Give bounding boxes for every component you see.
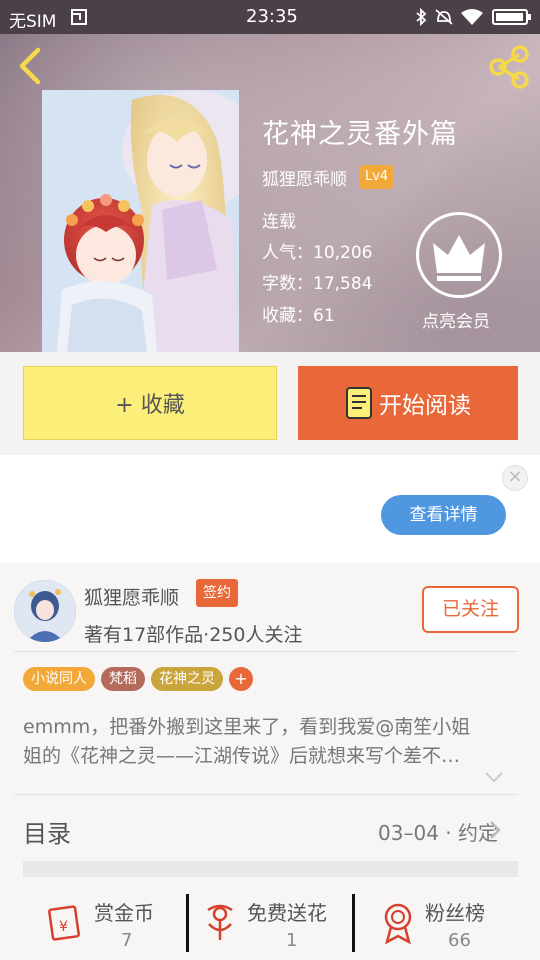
follow-button[interactable]: 已关注 bbox=[422, 586, 519, 633]
chevron-down-icon[interactable] bbox=[484, 771, 504, 783]
svg-text:¥: ¥ bbox=[59, 919, 68, 935]
author-name[interactable]: 狐狸愿乖顺 bbox=[84, 583, 179, 610]
chevron-right-icon bbox=[490, 821, 501, 839]
medal-icon bbox=[384, 903, 412, 944]
synopsis-line: emmm，把番外搬到这里来了，看到我爱@南笙小姐 bbox=[23, 716, 471, 738]
mute-icon bbox=[435, 9, 453, 25]
back-chevron-icon[interactable] bbox=[12, 44, 52, 88]
section-separator bbox=[23, 861, 518, 877]
toc-label: 目录 bbox=[23, 820, 71, 848]
favorites-count: 收藏：61 bbox=[262, 306, 335, 326]
author-stats: 著有17部作品·250人关注 bbox=[84, 624, 303, 646]
start-reading-label: 开始阅读 bbox=[379, 393, 471, 419]
add-favorite-button[interactable]: + 收藏 bbox=[23, 366, 277, 440]
action-row: + 收藏 开始阅读 bbox=[0, 352, 540, 455]
ad-banner: × 查看详情 bbox=[0, 455, 540, 563]
book-cover[interactable] bbox=[42, 90, 239, 352]
bottom-action-bar: ¥ 赏金币 7 免费送花 1 粉丝榜 66 bbox=[0, 890, 540, 960]
view-details-button[interactable]: 查看详情 bbox=[381, 495, 506, 535]
clock: 23:35 bbox=[246, 6, 298, 27]
fans-label: 粉丝榜 bbox=[425, 901, 485, 925]
table-of-contents-row[interactable]: 目录 03–04 · 约定 bbox=[0, 795, 540, 865]
close-icon[interactable]: × bbox=[502, 465, 528, 491]
screenshot-icon bbox=[71, 9, 87, 25]
popularity-count: 人气：10,206 bbox=[262, 243, 373, 263]
tag-item[interactable]: 小说同人 bbox=[23, 667, 95, 691]
fan-ranking-button[interactable]: 粉丝榜 66 bbox=[355, 890, 535, 960]
book-header: 花神之灵番外篇 狐狸愿乖顺 Lv4 连载 人气：10,206 字数：17,584… bbox=[0, 34, 540, 352]
add-favorite-label: + 收藏 bbox=[115, 393, 185, 418]
wifi-icon bbox=[461, 9, 483, 25]
avatar[interactable] bbox=[14, 580, 76, 642]
avatar-image bbox=[14, 580, 76, 642]
flowers-count: 1 bbox=[286, 930, 298, 951]
vip-label[interactable]: 点亮会员 bbox=[422, 307, 490, 332]
synopsis-line: 姐的《花神之灵——江湖传说》后就想来写个差不… bbox=[23, 745, 461, 767]
reward-label: 赏金币 bbox=[94, 901, 154, 925]
tag-item[interactable]: 花神之灵 bbox=[151, 667, 223, 691]
flower-icon bbox=[207, 904, 233, 940]
header-author-name[interactable]: 狐狸愿乖顺 bbox=[262, 165, 347, 190]
divider bbox=[14, 651, 518, 652]
flowers-label: 免费送花 bbox=[247, 901, 327, 925]
send-flowers-button[interactable]: 免费送花 1 bbox=[189, 890, 369, 960]
tag-list: 小说同人 梵稻 花神之灵 + bbox=[23, 667, 253, 691]
signed-badge: 签约 bbox=[196, 579, 238, 607]
status-bar: 无SIM 23:35 bbox=[0, 0, 540, 34]
cover-illustration bbox=[42, 90, 239, 352]
battery-fill bbox=[496, 13, 523, 21]
vip-membership-button[interactable] bbox=[416, 212, 502, 298]
book-icon bbox=[346, 387, 372, 419]
latest-chapter: 03–04 · 约定 bbox=[378, 821, 498, 845]
bluetooth-icon bbox=[416, 8, 427, 26]
crown-icon bbox=[433, 235, 485, 281]
reward-coins-button[interactable]: ¥ 赏金币 7 bbox=[0, 890, 180, 960]
reward-count: 7 bbox=[121, 930, 133, 951]
synopsis[interactable]: emmm，把番外搬到这里来了，看到我爱@南笙小姐 姐的《花神之灵——江湖传说》后… bbox=[23, 713, 517, 771]
battery-icon bbox=[492, 9, 531, 25]
add-tag-button[interactable]: + bbox=[229, 667, 253, 691]
book-title: 花神之灵番外篇 bbox=[262, 119, 458, 150]
serial-status: 连载 bbox=[262, 212, 296, 232]
start-reading-button[interactable]: 开始阅读 bbox=[298, 366, 518, 440]
coin-envelope-icon: ¥ bbox=[48, 905, 80, 941]
share-icon[interactable] bbox=[486, 44, 532, 90]
word-count: 字数：17,584 bbox=[262, 274, 373, 294]
carrier-label: 无SIM bbox=[9, 12, 57, 32]
tag-item[interactable]: 梵稻 bbox=[101, 667, 145, 691]
author-card: 狐狸愿乖顺 签约 著有17部作品·250人关注 已关注 小说同人 梵稻 花神之灵… bbox=[0, 563, 540, 960]
fans-count: 66 bbox=[448, 930, 471, 951]
level-badge: Lv4 bbox=[360, 165, 394, 189]
